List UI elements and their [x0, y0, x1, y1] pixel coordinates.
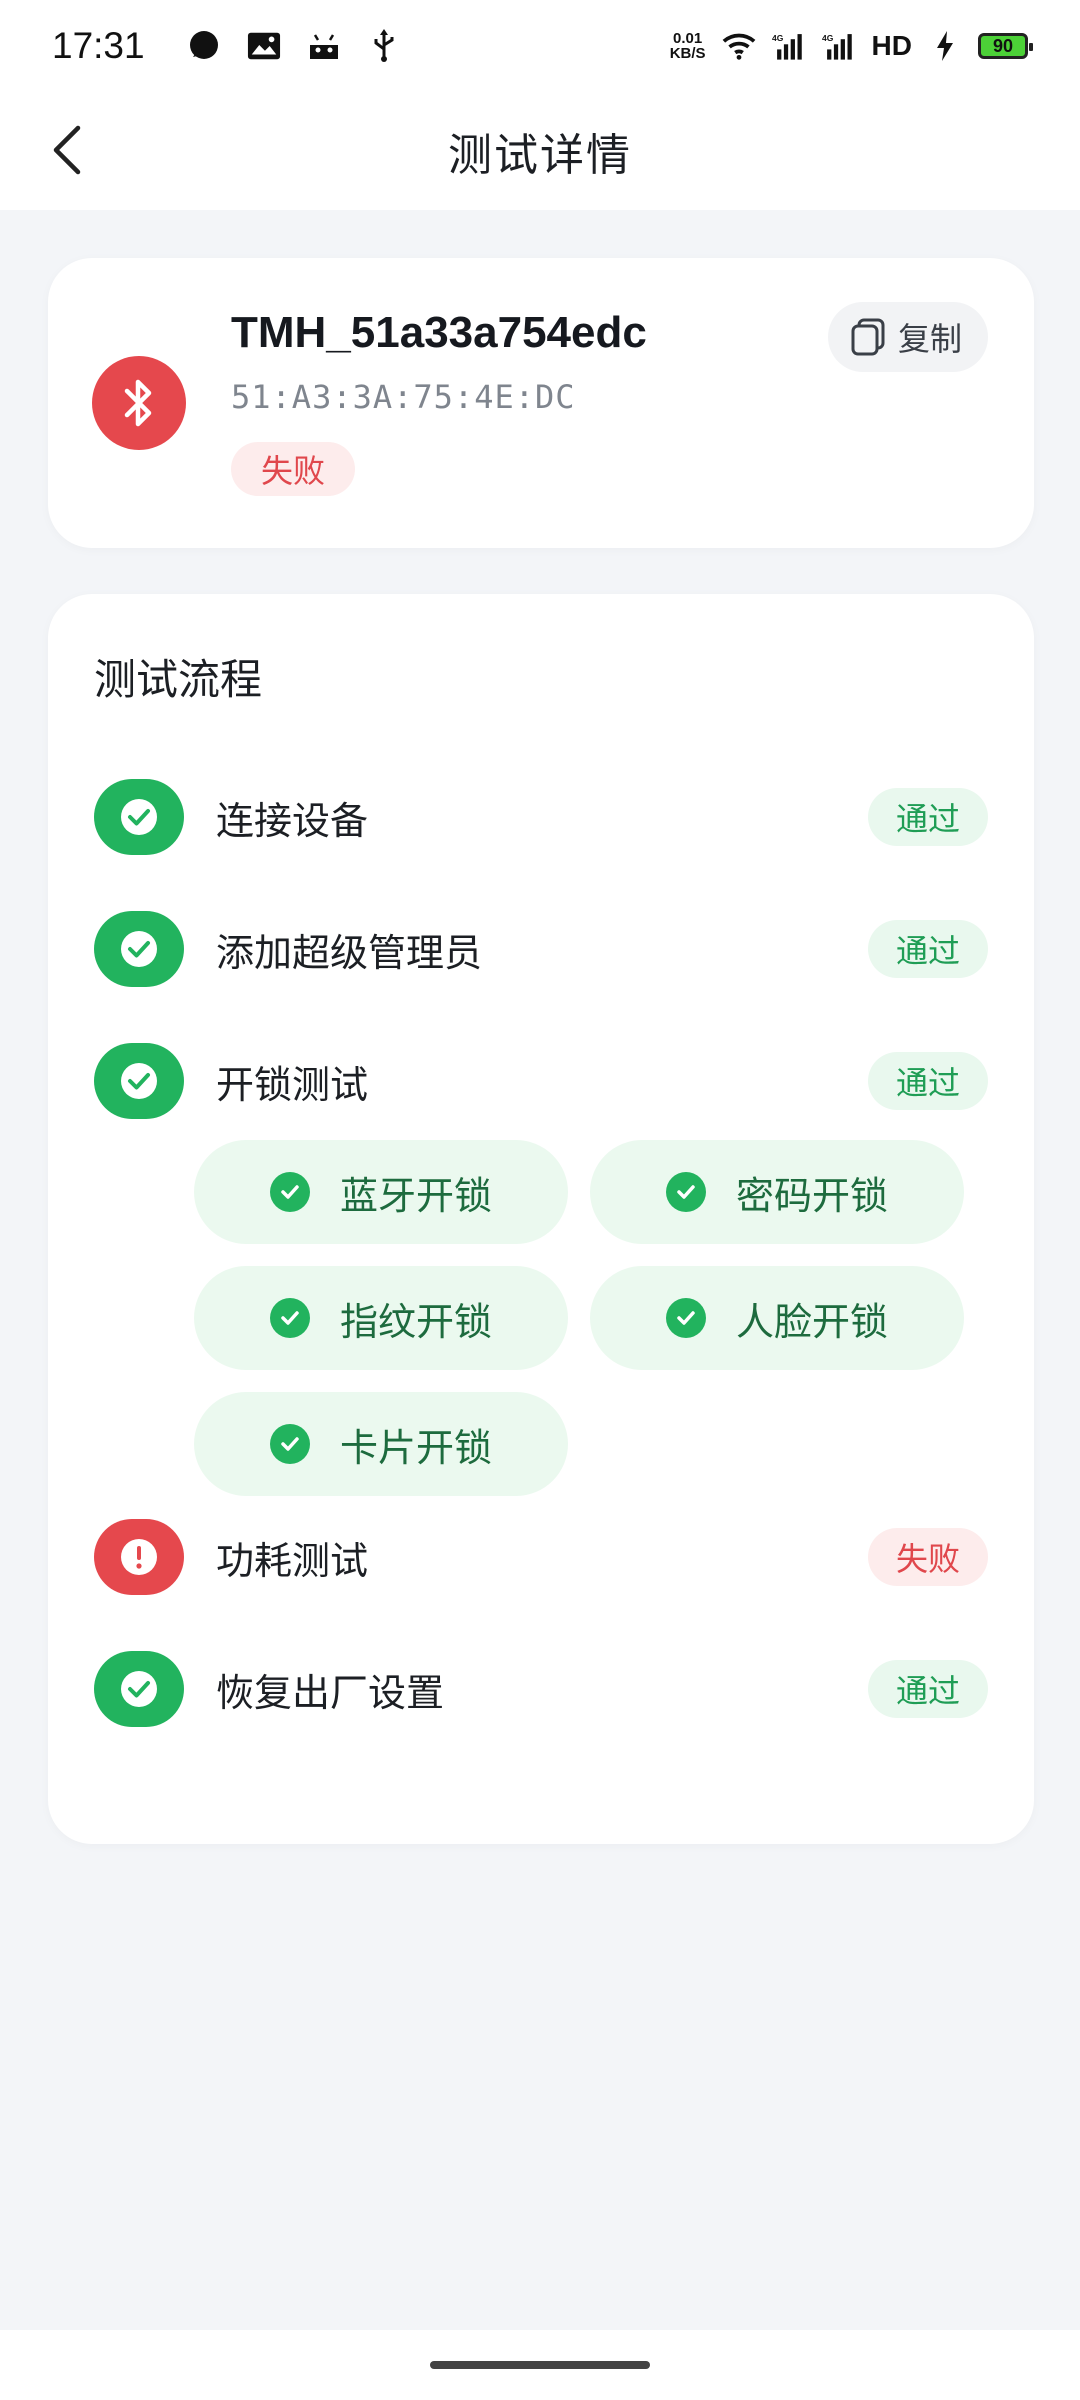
wifi-icon: [722, 29, 756, 63]
check-icon: [270, 1172, 310, 1212]
status-bar: 17:31 0.01 KB/S 4G 4G HD 90: [0, 0, 1080, 92]
page-title: 测试详情: [448, 130, 632, 181]
svg-text:4G: 4G: [772, 33, 784, 43]
unlock-method-item: 密码开锁: [590, 1140, 964, 1244]
chevron-left-icon: [53, 125, 81, 175]
test-detail-page: 17:31 0.01 KB/S 4G 4G HD 90 测试详情 TMH_51a…: [0, 0, 1080, 2400]
device-mac-address: 51:A3:3A:75:4E:DC: [231, 378, 576, 416]
status-time: 17:31: [52, 25, 145, 66]
device-card: TMH_51a33a754edc 51:A3:3A:75:4E:DC 失败 复制: [48, 258, 1034, 548]
unlock-method-item: 卡片开锁: [194, 1392, 568, 1496]
unlock-method-item: 人脸开锁: [590, 1266, 964, 1370]
unlock-method-label: 人脸开锁: [736, 1299, 889, 1344]
net-speed: 0.01 KB/S: [670, 31, 706, 61]
step-status-badge: 通过: [867, 1052, 988, 1110]
top-bar: 17:31 0.01 KB/S 4G 4G HD 90 测试详情: [0, 0, 1080, 210]
copy-button[interactable]: 复制: [827, 302, 988, 372]
check-circle-icon: [94, 1651, 184, 1727]
check-icon: [270, 1424, 310, 1464]
check-icon: [666, 1298, 706, 1338]
home-indicator[interactable]: [430, 2361, 650, 2369]
alert-circle-icon: [94, 1519, 184, 1595]
copy-icon: [851, 318, 885, 356]
unlock-method-item: 指纹开锁: [194, 1266, 568, 1370]
step-status-badge: 通过: [867, 920, 988, 978]
step-label: 恢复出厂设置: [216, 1670, 445, 1715]
step-status-badge: 失败: [867, 1528, 988, 1586]
battery-indicator: 90: [978, 33, 1033, 59]
status-left-icons: [187, 29, 401, 63]
device-status-badge: 失败: [231, 442, 356, 496]
test-flow-card: 测试流程 连接设备 通过 添加超级管理员 通过 开锁测试 通过 蓝牙开锁 密码开…: [48, 594, 1034, 1844]
step-label: 连接设备: [216, 798, 369, 843]
net-speed-unit: KB/S: [669, 45, 706, 62]
check-circle-icon: [94, 779, 184, 855]
chat-bubble-icon: [187, 29, 221, 63]
unlock-method-item: 蓝牙开锁: [194, 1140, 568, 1244]
page-header: 测试详情: [0, 92, 1080, 210]
flow-step: 连接设备 通过: [94, 772, 988, 862]
step-status-badge: 通过: [867, 1660, 988, 1718]
flow-step: 功耗测试 失败: [94, 1512, 988, 1602]
step-status-badge: 通过: [867, 788, 988, 846]
check-circle-icon: [94, 911, 184, 987]
flow-step: 恢复出厂设置 通过: [94, 1644, 988, 1734]
usb-icon: [367, 29, 401, 63]
unlock-method-label: 卡片开锁: [340, 1425, 493, 1470]
hd-label: HD: [871, 30, 912, 61]
step-label: 开锁测试: [216, 1062, 369, 1107]
step-label: 添加超级管理员: [216, 930, 483, 975]
copy-label: 复制: [897, 320, 962, 358]
step-label: 功耗测试: [216, 1538, 369, 1583]
bluetooth-icon: [92, 356, 186, 450]
image-icon: [247, 29, 281, 63]
flow-step: 添加超级管理员 通过: [94, 904, 988, 994]
signal-4g-icon: 4G: [822, 29, 856, 63]
unlock-method-label: 蓝牙开锁: [340, 1173, 493, 1218]
status-right-icons: 0.01 KB/S 4G 4G HD 90: [670, 29, 1033, 63]
check-icon: [270, 1298, 310, 1338]
back-button[interactable]: [30, 112, 106, 188]
flow-title: 测试流程: [94, 655, 263, 704]
android-icon: [307, 29, 341, 63]
unlock-method-label: 指纹开锁: [340, 1299, 493, 1344]
signal-4g-icon: 4G: [772, 29, 806, 63]
device-name: TMH_51a33a754edc: [231, 308, 647, 357]
svg-text:4G: 4G: [822, 33, 834, 43]
unlock-method-label: 密码开锁: [736, 1173, 889, 1218]
check-circle-icon: [94, 1043, 184, 1119]
check-icon: [666, 1172, 706, 1212]
flow-step: 开锁测试 通过: [94, 1036, 988, 1126]
charging-icon: [928, 29, 962, 63]
